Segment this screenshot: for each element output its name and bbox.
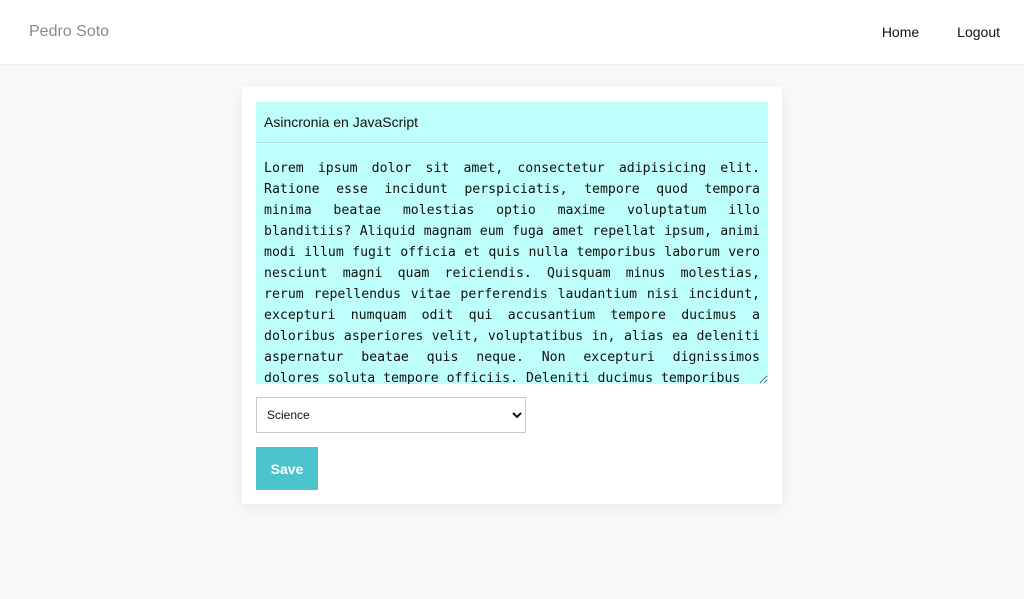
- nav-link-logout[interactable]: Logout: [957, 24, 1000, 40]
- save-button[interactable]: Save: [256, 447, 318, 490]
- title-input[interactable]: [256, 102, 768, 143]
- brand-name[interactable]: Pedro Soto: [29, 23, 109, 41]
- nav-links: Home Logout: [882, 24, 1000, 40]
- body-textarea[interactable]: Lorem ipsum dolor sit amet, consectetur …: [256, 144, 768, 384]
- category-select[interactable]: Science: [256, 397, 526, 433]
- navbar: Pedro Soto Home Logout: [0, 0, 1024, 65]
- nav-link-home[interactable]: Home: [882, 24, 919, 40]
- post-form-card: Lorem ipsum dolor sit amet, consectetur …: [242, 87, 782, 504]
